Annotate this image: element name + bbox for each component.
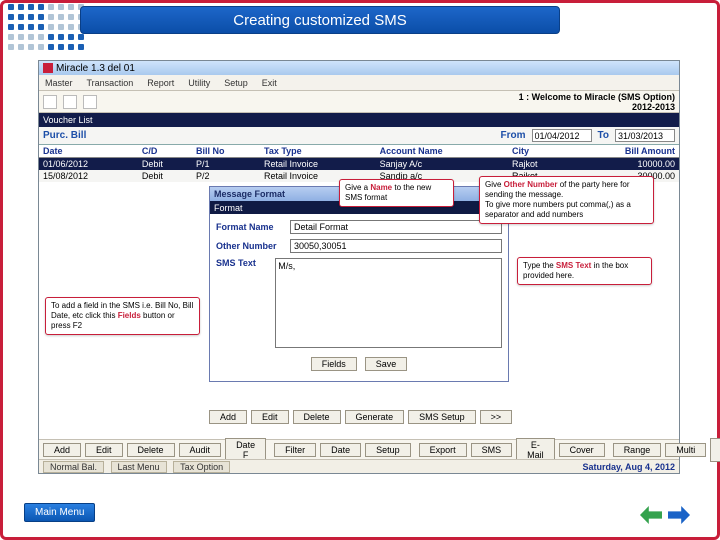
voucher-type-label: Purc. Bill [43,130,86,141]
mid-button-row: Add Edit Delete Generate SMS Setup >> [209,410,512,424]
callout-name: Give a Name to the new SMS format [339,179,454,207]
menu-exit[interactable]: Exit [262,78,277,88]
toolbar-icon-1[interactable] [43,95,57,109]
edit-button[interactable]: Edit [85,443,123,457]
app-icon [43,63,53,73]
callout-other-number: Give Other Number of the party here for … [479,176,654,224]
prev-slide-icon[interactable] [640,506,662,524]
save-button[interactable]: Save [365,357,408,371]
bottom-button-bar: Add Edit Delete Audit Date F Filter Date… [39,439,679,459]
multi-button[interactable]: Multi [665,443,706,457]
mid-generate-button[interactable]: Generate [345,410,405,424]
menu-master[interactable]: Master [45,78,73,88]
datef-button[interactable]: Date F [225,438,266,462]
format-name-label: Format Name [216,222,286,232]
menubar[interactable]: Master Transaction Report Utility Setup … [39,75,679,91]
export-button[interactable]: Export [419,443,467,457]
filter-row: Purc. Bill From To [39,127,679,145]
table-row[interactable]: 01/06/2012Debit P/1Retail Invoice Sanjay… [39,158,679,171]
status-bar: Normal Bal. Last Menu Tax Option Saturda… [39,459,679,473]
format-name-input[interactable] [290,220,502,234]
app-titlebar: Miracle 1.3 del 01 [39,61,679,75]
mid-add-button[interactable]: Add [209,410,247,424]
toolbar-icon-2[interactable] [63,95,77,109]
menu-transaction[interactable]: Transaction [87,78,134,88]
fields-button[interactable]: Fields [311,357,357,371]
to-date-input[interactable] [615,129,675,142]
callout-fields: To add a field in the SMS i.e. Bill No, … [45,297,200,335]
setup-button[interactable]: Setup [365,443,411,457]
mid-more-button[interactable]: >> [480,410,513,424]
delete-button[interactable]: Delete [127,443,175,457]
sms-text-input[interactable] [275,258,502,348]
status-date: Saturday, Aug 4, 2012 [582,462,675,472]
status-last-menu[interactable]: Last Menu [111,461,167,473]
toolbar-icon-3[interactable] [83,95,97,109]
main-menu-button[interactable]: Main Menu [24,503,95,522]
to-label: To [598,130,609,141]
menu-setup[interactable]: Setup [224,78,248,88]
voucher-print-button[interactable]: Voucher Print [710,438,720,462]
date-button[interactable]: Date [320,443,361,457]
toolbar: 1 : Welcome to Miracle (SMS Option) 2012… [39,91,679,113]
mid-sms-setup-button[interactable]: SMS Setup [408,410,476,424]
mid-edit-button[interactable]: Edit [251,410,289,424]
slide-title: Creating customized SMS [80,6,560,34]
callout-sms-text: Type the SMS Text in the box provided he… [517,257,652,285]
status-tax-option[interactable]: Tax Option [173,461,230,473]
sms-button[interactable]: SMS [471,443,513,457]
from-label: From [501,130,526,141]
audit-button[interactable]: Audit [179,443,222,457]
menu-report[interactable]: Report [147,78,174,88]
sms-text-label: SMS Text [216,258,271,268]
app-window: Miracle 1.3 del 01 Master Transaction Re… [38,60,680,474]
mid-delete-button[interactable]: Delete [293,410,341,424]
cover-button[interactable]: Cover [559,443,605,457]
workspace: Message Format Format Format Name Other … [39,182,679,452]
other-number-label: Other Number [216,241,286,251]
other-number-input[interactable] [290,239,502,253]
welcome-text: 1 : Welcome to Miracle (SMS Option) 2012… [519,92,675,112]
range-button[interactable]: Range [613,443,662,457]
from-date-input[interactable] [532,129,592,142]
email-button[interactable]: E-Mail [516,438,555,462]
decorative-dot-grid [8,4,84,50]
menu-utility[interactable]: Utility [188,78,210,88]
add-button[interactable]: Add [43,443,81,457]
next-slide-icon[interactable] [668,506,690,524]
nav-arrows [640,506,690,524]
status-normal-bal[interactable]: Normal Bal. [43,461,104,473]
message-format-dialog: Message Format Format Format Name Other … [209,186,509,382]
voucher-list-header: Voucher List [39,113,679,127]
app-title: Miracle 1.3 del 01 [56,63,135,74]
grid-header-row: DateC/D Bill NoTax Type Account NameCity… [39,145,679,158]
filter-button[interactable]: Filter [274,443,316,457]
